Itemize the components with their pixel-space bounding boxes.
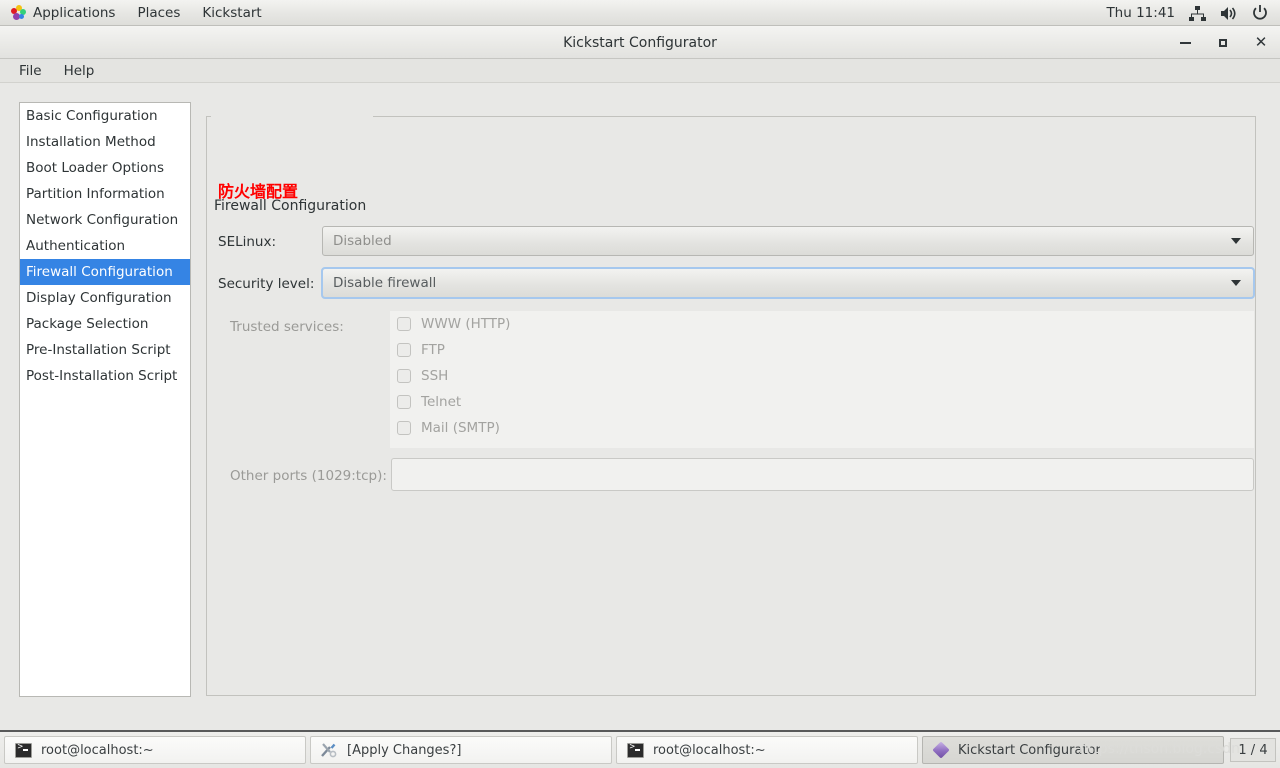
security-level-label: Security level: — [218, 276, 314, 292]
checkbox-row-telnet[interactable]: Telnet — [390, 389, 1254, 415]
sidebar-item-display-configuration[interactable]: Display Configuration — [20, 285, 190, 311]
groupbox-border-right — [373, 116, 1255, 117]
sidebar-item-post-installation-script[interactable]: Post-Installation Script — [20, 363, 190, 389]
other-ports-label: Other ports (1029:tcp): — [230, 468, 387, 484]
taskbar-button-terminal-2[interactable]: root@localhost:~ — [616, 736, 918, 764]
checkbox-www-http[interactable] — [397, 317, 411, 331]
sidebar-item-label: Partition Information — [26, 186, 165, 202]
selinux-value: Disabled — [323, 233, 392, 249]
window-body: Basic Configuration Installation Method … — [0, 83, 1280, 730]
chevron-down-icon — [1231, 238, 1241, 244]
checkbox-telnet[interactable] — [397, 395, 411, 409]
window-titlebar[interactable]: Kickstart Configurator ✕ — [0, 26, 1280, 59]
gnome-foot-icon — [11, 5, 26, 20]
window-menubar: File Help — [0, 59, 1280, 83]
menu-file[interactable]: File — [8, 61, 53, 81]
panel-menu-applications[interactable]: Applications — [0, 0, 126, 26]
sidebar-item-partition-information[interactable]: Partition Information — [20, 181, 190, 207]
taskbar-button-terminal-1[interactable]: root@localhost:~ — [4, 736, 306, 764]
panel-menu-places-label: Places — [137, 5, 180, 21]
taskbar-button-apply-changes[interactable]: [Apply Changes?] — [310, 736, 612, 764]
menu-help[interactable]: Help — [53, 61, 106, 81]
taskbar-button-label: [Apply Changes?] — [347, 743, 461, 758]
checkbox-row-ftp[interactable]: FTP — [390, 337, 1254, 363]
checkbox-label: Telnet — [421, 394, 461, 410]
sidebar-item-network-configuration[interactable]: Network Configuration — [20, 207, 190, 233]
tools-icon-svg — [321, 742, 338, 758]
sidebar-item-firewall-configuration[interactable]: Firewall Configuration — [20, 259, 190, 285]
sidebar-item-label: Firewall Configuration — [26, 264, 173, 280]
checkbox-ssh[interactable] — [397, 369, 411, 383]
sidebar-item-package-selection[interactable]: Package Selection — [20, 311, 190, 337]
maximize-icon — [1219, 39, 1227, 47]
sidebar-item-label: Post-Installation Script — [26, 368, 177, 384]
taskbar-button-label: Kickstart Configurator — [958, 743, 1101, 758]
terminal-icon — [627, 743, 644, 758]
window-title: Kickstart Configurator — [0, 26, 1280, 59]
security-level-value: Disable firewall — [323, 275, 436, 291]
configuration-section-list[interactable]: Basic Configuration Installation Method … — [19, 102, 191, 697]
trusted-services-list: WWW (HTTP) FTP SSH Telnet Mail (SMTP) — [390, 311, 1254, 448]
other-ports-input[interactable] — [391, 458, 1254, 491]
sidebar-item-authentication[interactable]: Authentication — [20, 233, 190, 259]
diamond-icon — [932, 741, 949, 758]
taskbar-button-label: root@localhost:~ — [653, 743, 766, 758]
taskbar-button-label: root@localhost:~ — [41, 743, 154, 758]
checkbox-label: Mail (SMTP) — [421, 420, 500, 436]
tools-icon — [321, 742, 338, 758]
power-icon-svg — [1252, 5, 1268, 21]
desktop-top-panel: Applications Places Kickstart Thu 11:41 — [0, 0, 1280, 26]
panel-menu-kickstart[interactable]: Kickstart — [191, 0, 272, 26]
selinux-label: SELinux: — [218, 234, 276, 250]
trusted-services-label: Trusted services: — [230, 319, 344, 335]
sidebar-item-boot-loader-options[interactable]: Boot Loader Options — [20, 155, 190, 181]
checkbox-row-ssh[interactable]: SSH — [390, 363, 1254, 389]
kickstart-configurator-window: Kickstart Configurator ✕ File Help Basic… — [0, 26, 1280, 730]
sidebar-item-label: Boot Loader Options — [26, 160, 164, 176]
panel-menu-kickstart-label: Kickstart — [202, 5, 261, 21]
panel-menu-places[interactable]: Places — [126, 0, 191, 26]
volume-icon-svg — [1220, 6, 1238, 21]
close-icon: ✕ — [1255, 35, 1268, 50]
sidebar-item-label: Display Configuration — [26, 290, 172, 306]
sidebar-item-label: Network Configuration — [26, 212, 178, 228]
panel-menu-applications-label: Applications — [33, 5, 115, 21]
sidebar-item-pre-installation-script[interactable]: Pre-Installation Script — [20, 337, 190, 363]
checkbox-label: SSH — [421, 368, 448, 384]
network-icon-svg — [1189, 6, 1206, 21]
sidebar-item-label: Pre-Installation Script — [26, 342, 171, 358]
minimize-button[interactable] — [1176, 34, 1194, 52]
checkbox-label: WWW (HTTP) — [421, 316, 510, 332]
window-controls: ✕ — [1176, 26, 1270, 59]
desktop-taskbar: root@localhost:~ [Apply Changes?] root@l… — [0, 730, 1280, 768]
selinux-combobox[interactable]: Disabled — [322, 226, 1254, 256]
sidebar-item-label: Authentication — [26, 238, 125, 254]
network-icon[interactable] — [1189, 6, 1206, 21]
security-level-combobox[interactable]: Disable firewall — [322, 268, 1254, 298]
checkbox-label: FTP — [421, 342, 445, 358]
groupbox-border-left — [207, 116, 211, 117]
taskbar-button-kickstart-configurator[interactable]: Kickstart Configurator — [922, 736, 1224, 764]
checkbox-row-www-http[interactable]: WWW (HTTP) — [390, 311, 1254, 337]
sidebar-item-label: Package Selection — [26, 316, 148, 332]
minimize-icon — [1180, 42, 1191, 44]
panel-status-area: Thu 11:41 — [1106, 0, 1280, 26]
workspace-pager[interactable]: 1 / 4 — [1230, 738, 1276, 762]
annotation-firewall-title: 防火墙配置 — [218, 178, 298, 202]
close-button[interactable]: ✕ — [1252, 34, 1270, 52]
checkbox-ftp[interactable] — [397, 343, 411, 357]
sidebar-item-installation-method[interactable]: Installation Method — [20, 129, 190, 155]
sidebar-item-label: Basic Configuration — [26, 108, 158, 124]
sidebar-item-label: Installation Method — [26, 134, 156, 150]
sidebar-item-basic-configuration[interactable]: Basic Configuration — [20, 103, 190, 129]
clock[interactable]: Thu 11:41 — [1106, 5, 1175, 21]
chevron-down-icon — [1231, 280, 1241, 286]
volume-icon[interactable] — [1220, 6, 1238, 21]
checkbox-row-mail-smtp[interactable]: Mail (SMTP) — [390, 415, 1254, 441]
maximize-button[interactable] — [1214, 34, 1232, 52]
terminal-icon — [15, 743, 32, 758]
power-icon[interactable] — [1252, 5, 1268, 21]
checkbox-mail-smtp[interactable] — [397, 421, 411, 435]
